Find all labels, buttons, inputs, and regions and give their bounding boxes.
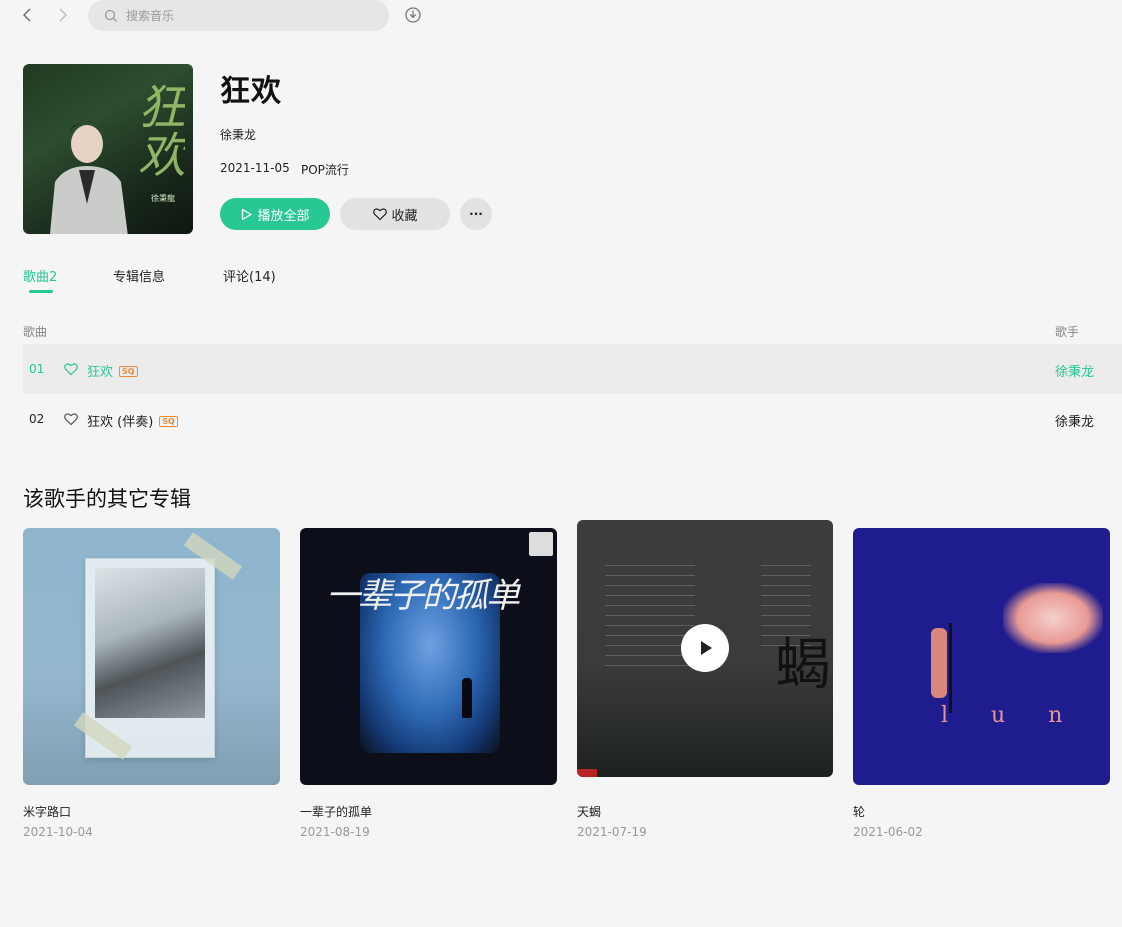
sq-quality-badge: SQ <box>119 366 138 377</box>
download-button[interactable] <box>404 6 422 24</box>
column-header-artist: 歌手 <box>1055 325 1080 339</box>
album-card-name[interactable]: 天蝎 <box>577 803 601 820</box>
favorite-label: 收藏 <box>391 208 418 224</box>
album-card-date: 2021-08-19 <box>300 825 370 839</box>
heart-icon <box>372 206 388 222</box>
cover-tag <box>577 769 597 777</box>
album-artist-link[interactable]: 徐秉龙 <box>220 126 256 143</box>
download-icon <box>405 7 421 23</box>
play-icon <box>701 641 712 655</box>
top-bar <box>0 0 1122 31</box>
cover-badge <box>529 532 553 556</box>
more-button[interactable]: ··· <box>460 198 492 230</box>
cover-figure-art <box>462 678 472 718</box>
album-card[interactable]: 蝎 天蝎 2021-07-19 <box>577 520 834 839</box>
album-card-name[interactable]: 米字路口 <box>23 803 71 820</box>
play-icon <box>240 208 253 221</box>
cover-title-art: 一辈子的孤单 <box>326 576 520 616</box>
cover-artist-name: 徐秉龍 <box>151 194 175 203</box>
album-card-cover[interactable]: 一辈子的孤单 <box>300 528 557 785</box>
song-number: 02 <box>29 412 45 426</box>
cover-title-art: l u n <box>941 703 1081 728</box>
song-artist-link[interactable]: 徐秉龙 <box>1055 411 1094 430</box>
song-title-wrap: 狂欢 (伴奏) SQ <box>87 411 178 430</box>
song-row[interactable]: 02 狂欢 (伴奏) SQ 徐秉龙 <box>23 394 1122 444</box>
cover-title-art: 狂欢 <box>129 82 185 178</box>
chevron-left-icon <box>23 8 31 22</box>
like-song-heart-icon[interactable] <box>63 361 79 377</box>
album-card[interactable]: l u n 轮 2021-06-02 <box>853 528 1110 839</box>
play-all-label: 播放全部 <box>257 208 310 224</box>
album-card-cover[interactable]: l u n <box>853 528 1110 785</box>
song-title: 狂欢 (伴奏) <box>87 415 154 430</box>
search-input[interactable] <box>126 8 366 23</box>
album-release-date: 2021-11-05 <box>220 161 290 175</box>
album-card-date: 2021-07-19 <box>577 825 647 839</box>
column-header-song: 歌曲 <box>23 325 48 339</box>
favorite-button[interactable]: 收藏 <box>340 198 450 230</box>
cover-petal-art <box>931 628 947 698</box>
album-card-date: 2021-10-04 <box>23 825 93 839</box>
active-tab-indicator <box>29 290 53 293</box>
cover-photo-art <box>95 568 205 718</box>
forward-button[interactable] <box>54 6 72 24</box>
cover-stripe-art <box>949 623 952 713</box>
song-row[interactable]: 01 狂欢 SQ 徐秉龙 <box>23 344 1122 394</box>
album-genre: POP流行 <box>301 163 349 177</box>
album-card[interactable]: 米字路口 2021-10-04 <box>23 528 280 839</box>
play-overlay-button[interactable] <box>681 624 729 672</box>
album-card[interactable]: 一辈子的孤单 一辈子的孤单 2021-08-19 <box>300 528 557 839</box>
play-all-button[interactable]: 播放全部 <box>220 198 330 230</box>
tab-songs[interactable]: 歌曲2 <box>23 266 57 285</box>
album-card-name[interactable]: 一辈子的孤单 <box>300 803 372 820</box>
song-title-wrap: 狂欢 SQ <box>87 361 138 380</box>
album-card-cover[interactable] <box>23 528 280 785</box>
album-title: 狂欢 <box>220 74 282 109</box>
tab-album-info[interactable]: 专辑信息 <box>113 266 165 285</box>
song-artist-link[interactable]: 徐秉龙 <box>1055 361 1094 380</box>
cover-flower-art <box>1003 583 1103 653</box>
cover-title-art: 蝎 <box>775 633 831 698</box>
like-song-heart-icon[interactable] <box>63 411 79 427</box>
song-title: 狂欢 <box>87 365 114 380</box>
sq-quality-badge: SQ <box>159 416 178 427</box>
more-icon: ··· <box>469 207 483 221</box>
back-button[interactable] <box>18 6 36 24</box>
song-number: 01 <box>29 362 45 376</box>
search-bar[interactable] <box>88 0 389 31</box>
chevron-right-icon <box>59 8 67 22</box>
album-cover: 狂欢 徐秉龍 <box>23 64 193 234</box>
tab-comments[interactable]: 评论(14) <box>223 266 276 285</box>
album-card-date: 2021-06-02 <box>853 825 923 839</box>
other-albums-title: 该歌手的其它专辑 <box>23 487 191 511</box>
album-card-name[interactable]: 轮 <box>853 803 865 820</box>
search-icon <box>104 9 118 23</box>
album-card-cover[interactable]: 蝎 <box>577 520 833 777</box>
